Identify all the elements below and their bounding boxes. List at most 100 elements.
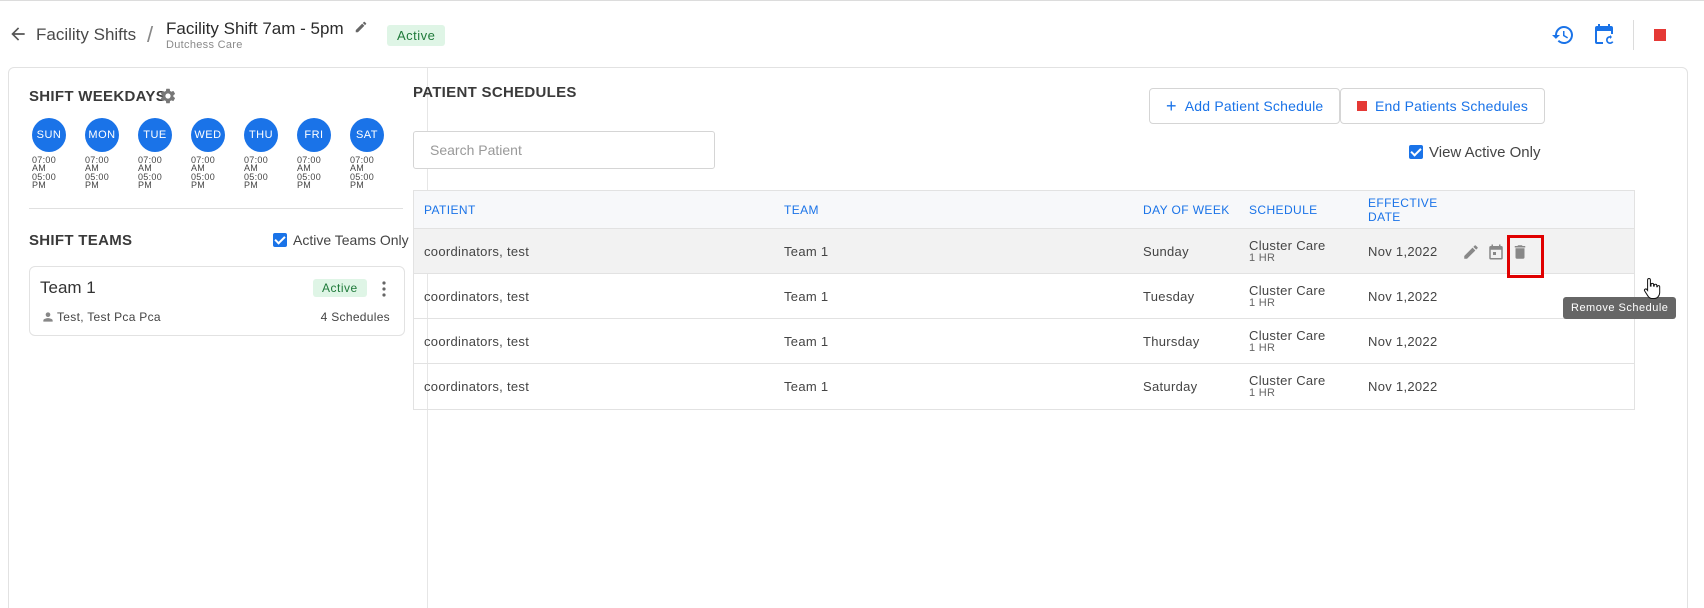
- main-card: SHIFT WEEKDAYS SUN 07:00 AM 05:00 PM MON…: [8, 67, 1688, 608]
- schedule-duration: 1 HR: [1249, 386, 1276, 399]
- weekday-start: 07:00 AM: [350, 155, 375, 173]
- team-card[interactable]: Team 1 Active Test, Test Pca Pca 4 Sched…: [29, 266, 405, 336]
- cell-schedule: Cluster Care 1 HR: [1249, 319, 1326, 364]
- back-arrow-icon[interactable]: [8, 24, 28, 44]
- col-day-of-week[interactable]: DAY OF WEEK: [1143, 191, 1230, 229]
- weekday-wed: WED 07:00 AM 05:00 PM: [191, 118, 231, 190]
- header-divider: [1633, 20, 1634, 50]
- view-active-only-toggle[interactable]: View Active Only: [1409, 143, 1540, 161]
- weekday-thu: THU 07:00 AM 05:00 PM: [244, 118, 284, 190]
- end-patients-schedules-button[interactable]: End Patients Schedules: [1340, 88, 1546, 124]
- weekday-end: 05:00 PM: [191, 172, 216, 190]
- weekday-end: 05:00 PM: [32, 172, 57, 190]
- shift-weekdays-title: SHIFT WEEKDAYS: [29, 88, 166, 105]
- weekday-toggle[interactable]: MON: [85, 118, 119, 152]
- weekday-toggle[interactable]: THU: [244, 118, 278, 152]
- left-panel: SHIFT WEEKDAYS SUN 07:00 AM 05:00 PM MON…: [9, 68, 428, 608]
- weekday-end: 05:00 PM: [138, 172, 163, 190]
- weekday-start: 07:00 AM: [32, 155, 57, 173]
- table-row[interactable]: coordinators, test Team 1 Tuesday Cluste…: [414, 274, 1634, 319]
- weekday-toggle[interactable]: TUE: [138, 118, 172, 152]
- stop-icon: [1357, 101, 1367, 111]
- weekday-sun: SUN 07:00 AM 05:00 PM: [32, 118, 72, 190]
- cell-day: Saturday: [1143, 379, 1198, 394]
- team-schedule-count: 4 Schedules: [320, 310, 390, 324]
- weekday-tue: TUE 07:00 AM 05:00 PM: [138, 118, 178, 190]
- page-subtitle: Dutchess Care: [166, 39, 243, 51]
- schedule-duration: 1 HR: [1249, 296, 1276, 309]
- cell-patient: coordinators, test: [424, 289, 530, 304]
- active-teams-only-label: Active Teams Only: [293, 232, 409, 249]
- pencil-icon[interactable]: [1462, 243, 1480, 261]
- col-effective-date[interactable]: EFFECTIVE DATE: [1368, 191, 1437, 229]
- cell-team: Team 1: [784, 379, 829, 394]
- weekday-sat: SAT 07:00 AM 05:00 PM: [350, 118, 390, 190]
- search-patient-input[interactable]: [413, 131, 715, 169]
- weekday-mon: MON 07:00 AM 05:00 PM: [85, 118, 125, 190]
- cell-patient: coordinators, test: [424, 379, 530, 394]
- weekday-end: 05:00 PM: [85, 172, 110, 190]
- shift-teams-title: SHIFT TEAMS: [29, 232, 133, 249]
- cell-team: Team 1: [784, 289, 829, 304]
- status-badge: Active: [387, 25, 446, 46]
- weekday-toggle[interactable]: WED: [191, 118, 225, 152]
- weekday-start: 07:00 AM: [244, 155, 269, 173]
- weekday-toggle[interactable]: SUN: [32, 118, 66, 152]
- add-patient-schedule-button[interactable]: + Add Patient Schedule: [1149, 88, 1341, 124]
- weekday-end: 05:00 PM: [350, 172, 375, 190]
- weekday-end: 05:00 PM: [244, 172, 269, 190]
- checkbox-icon[interactable]: [1409, 145, 1423, 160]
- team-status-badge: Active: [313, 279, 367, 297]
- cell-team: Team 1: [784, 244, 829, 259]
- cell-effective-date: Nov 1,2022: [1368, 289, 1438, 304]
- plus-icon: +: [1166, 96, 1177, 116]
- section-divider: [29, 208, 403, 209]
- col-team[interactable]: TEAM: [784, 191, 819, 229]
- cell-patient: coordinators, test: [424, 334, 530, 349]
- schedule-name: Cluster Care: [1249, 282, 1326, 298]
- stop-icon[interactable]: [1648, 23, 1672, 47]
- cell-day: Thursday: [1143, 334, 1200, 349]
- weekday-toggle[interactable]: FRI: [297, 118, 331, 152]
- weekday-start: 07:00 AM: [138, 155, 163, 173]
- person-icon: [43, 312, 53, 322]
- table-row[interactable]: coordinators, test Team 1 Saturday Clust…: [414, 364, 1634, 409]
- table-header: PATIENT TEAM DAY OF WEEK SCHEDULE EFFECT…: [414, 191, 1634, 229]
- more-vert-icon[interactable]: [378, 279, 390, 299]
- calendar-sync-icon[interactable]: [1592, 23, 1616, 47]
- breadcrumb-separator: /: [147, 22, 154, 47]
- history-icon[interactable]: [1551, 23, 1575, 47]
- calendar-icon[interactable]: [1487, 243, 1505, 261]
- cell-effective-date: Nov 1,2022: [1368, 244, 1438, 259]
- gear-icon[interactable]: [159, 87, 177, 105]
- remove-schedule-tooltip: Remove Schedule: [1563, 297, 1677, 319]
- cell-patient: coordinators, test: [424, 244, 530, 259]
- cell-effective-date: Nov 1,2022: [1368, 334, 1438, 349]
- weekday-end: 05:00 PM: [297, 172, 322, 190]
- schedule-duration: 1 HR: [1249, 341, 1276, 354]
- highlight-box: [1507, 235, 1544, 278]
- table-row[interactable]: coordinators, test Team 1 Sunday Cluster…: [414, 229, 1634, 278]
- col-patient[interactable]: PATIENT: [424, 191, 476, 229]
- weekday-start: 07:00 AM: [191, 155, 216, 173]
- patient-schedules-table: PATIENT TEAM DAY OF WEEK SCHEDULE EFFECT…: [413, 190, 1635, 410]
- cell-schedule: Cluster Care 1 HR: [1249, 364, 1326, 409]
- weekday-start: 07:00 AM: [85, 155, 110, 173]
- active-teams-only-toggle[interactable]: Active Teams Only: [273, 231, 409, 248]
- page-header: Facility Shifts / Facility Shift 7am - 5…: [0, 12, 1704, 60]
- top-border: [0, 0, 1704, 1]
- pencil-icon[interactable]: [354, 20, 368, 34]
- weekday-toggle[interactable]: SAT: [350, 118, 384, 152]
- cell-schedule: Cluster Care 1 HR: [1249, 274, 1326, 319]
- schedule-name: Cluster Care: [1249, 237, 1326, 253]
- table-row[interactable]: coordinators, test Team 1 Thursday Clust…: [414, 319, 1634, 364]
- end-patients-schedules-label: End Patients Schedules: [1375, 98, 1529, 114]
- cell-day: Sunday: [1143, 244, 1189, 259]
- cell-effective-date: Nov 1,2022: [1368, 379, 1438, 394]
- add-patient-schedule-label: Add Patient Schedule: [1184, 98, 1324, 114]
- checkbox-icon[interactable]: [273, 233, 287, 248]
- breadcrumb-facility-shifts[interactable]: Facility Shifts: [36, 25, 136, 45]
- schedule-duration: 1 HR: [1249, 251, 1276, 264]
- col-schedule[interactable]: SCHEDULE: [1249, 191, 1318, 229]
- weekday-start: 07:00 AM: [297, 155, 322, 173]
